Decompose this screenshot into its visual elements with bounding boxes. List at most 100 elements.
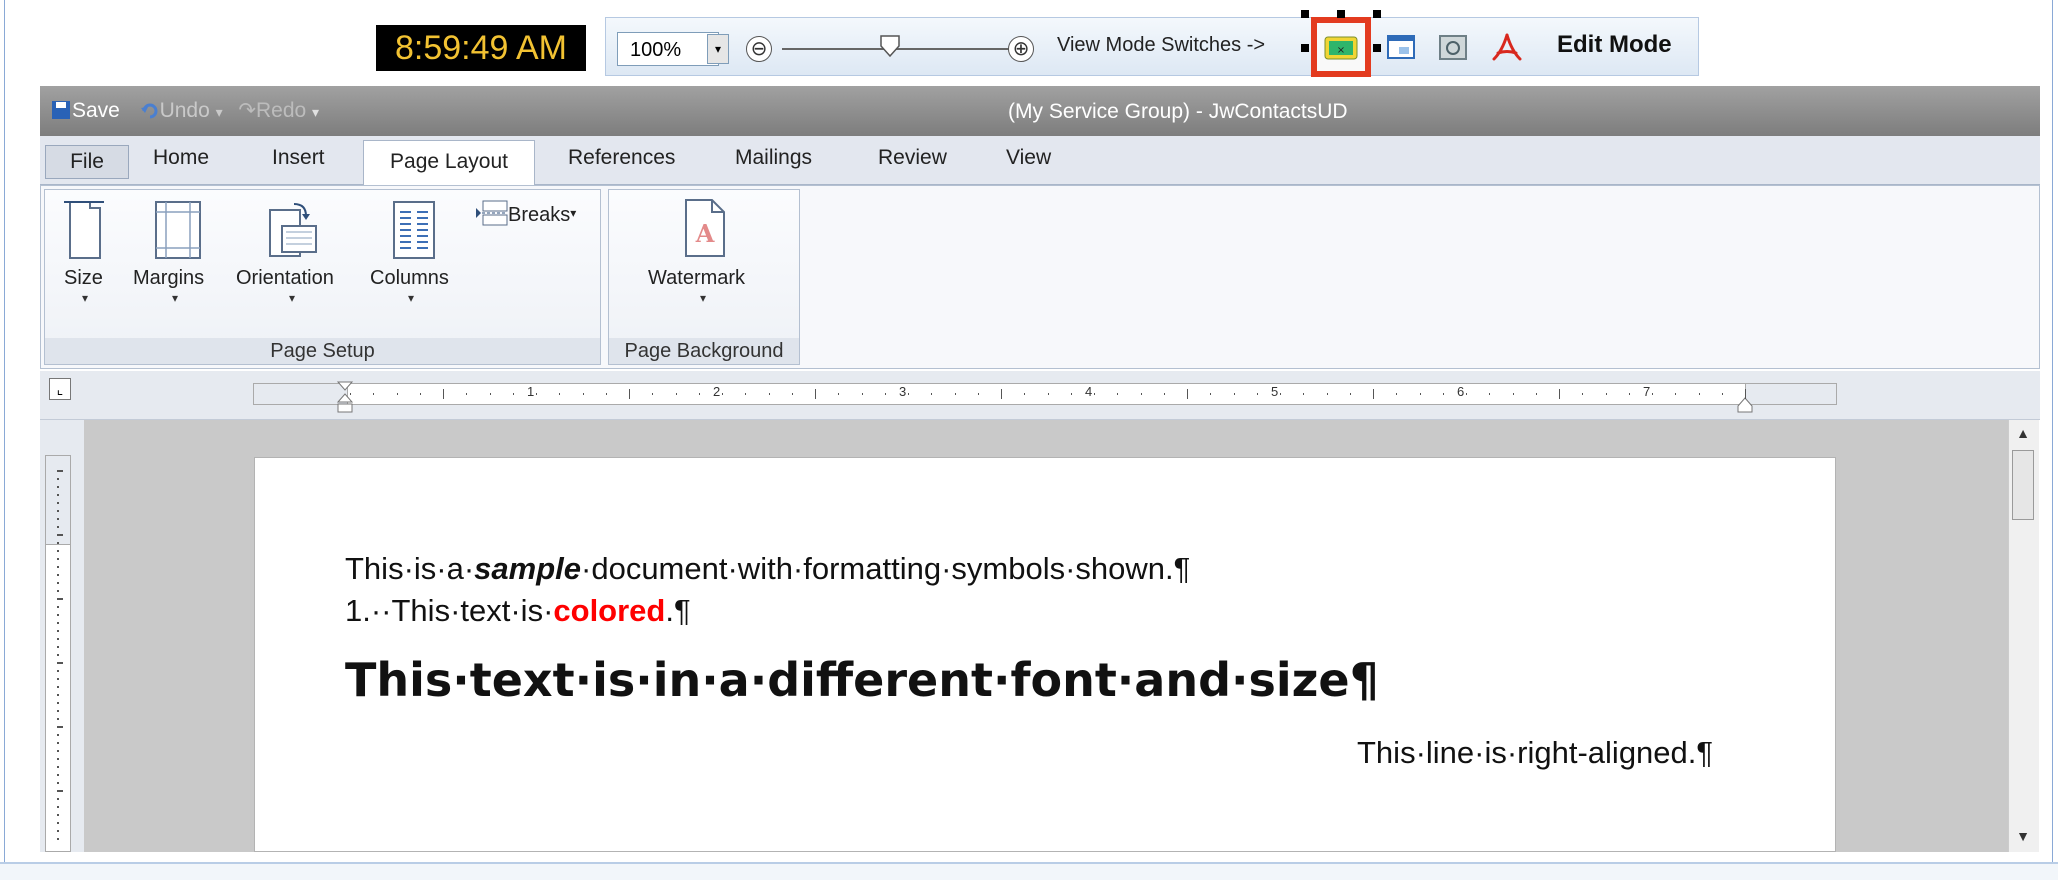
- selection-handle[interactable]: [1301, 10, 1309, 18]
- watermark-button[interactable]: Watermark: [648, 267, 745, 290]
- margins-icon[interactable]: [152, 200, 204, 260]
- scrollbar-thumb[interactable]: [2012, 450, 2034, 520]
- customize-toolbar-icon[interactable]: ▾: [312, 104, 319, 120]
- tab-view[interactable]: View: [1006, 146, 1051, 170]
- ruler-tick: [954, 393, 956, 395]
- tab-references[interactable]: References: [568, 146, 675, 170]
- vertical-ruler-tick: [57, 694, 59, 696]
- watermark-dropdown-icon[interactable]: ▾: [700, 291, 706, 305]
- undo-icon[interactable]: [140, 101, 160, 121]
- ruler-tick: [745, 393, 747, 395]
- chevron-down-icon[interactable]: ▾: [707, 34, 729, 64]
- selection-handle[interactable]: [1301, 44, 1309, 52]
- vertical-ruler-tick: [57, 734, 59, 736]
- doc-line-heading[interactable]: This·text·is·in·a·different·font·and·siz…: [345, 653, 1379, 707]
- ruler-tick: [1512, 393, 1514, 395]
- watermark-icon[interactable]: A: [682, 198, 728, 258]
- print-layout-mode-button[interactable]: ×: [1311, 17, 1371, 77]
- vertical-ruler-tick: [57, 574, 59, 576]
- margins-dropdown-icon[interactable]: ▾: [172, 291, 178, 305]
- vertical-ruler-tick: [57, 814, 59, 816]
- scroll-up-icon[interactable]: ▲: [2010, 421, 2036, 445]
- vertical-ruler-tick: [57, 614, 59, 616]
- ruler-tick: [1605, 393, 1607, 395]
- orientation-button[interactable]: Orientation: [236, 267, 334, 290]
- vertical-ruler-tick: [57, 838, 59, 840]
- ruler-number: 6: [1457, 384, 1465, 399]
- tab-review[interactable]: Review: [878, 146, 947, 170]
- ruler-tick: [838, 393, 840, 395]
- vertical-ruler-tick: [57, 718, 59, 720]
- ruler-tick: [884, 393, 886, 395]
- ruler-tick: [1559, 389, 1560, 399]
- ruler-tick: [675, 393, 677, 395]
- orientation-icon[interactable]: [264, 200, 320, 260]
- tab-mailings[interactable]: Mailings: [735, 146, 812, 170]
- read-mode-icon[interactable]: [1437, 33, 1469, 63]
- zoom-select[interactable]: 100%: [617, 32, 719, 66]
- margins-button[interactable]: Margins: [133, 267, 204, 290]
- zoom-in-button[interactable]: ⊕: [1008, 36, 1034, 62]
- edit-mode-label[interactable]: Edit Mode: [1557, 31, 1672, 59]
- size-icon[interactable]: [60, 198, 108, 262]
- size-button[interactable]: Size: [64, 267, 103, 290]
- colored-text: colored: [553, 593, 666, 628]
- window-border-right: [2052, 0, 2053, 868]
- save-icon[interactable]: [50, 99, 72, 121]
- vertical-ruler-tick: [57, 486, 59, 488]
- breaks-button[interactable]: Breaks▾: [508, 204, 576, 227]
- scroll-down-icon[interactable]: ▼: [2010, 824, 2036, 848]
- columns-icon[interactable]: [390, 200, 438, 260]
- horizontal-ruler[interactable]: [253, 383, 1837, 405]
- view-mode-switches-label: View Mode Switches ->: [1057, 34, 1266, 56]
- orientation-dropdown-icon[interactable]: ▾: [289, 291, 295, 305]
- ruler-number: 4: [1085, 384, 1093, 399]
- columns-button[interactable]: Columns: [370, 267, 449, 290]
- ruler-right-margin: [1745, 383, 1837, 405]
- doc-line-right-aligned[interactable]: This·line·is·right-aligned.¶: [1357, 735, 1713, 771]
- ruler-tick: [1047, 393, 1049, 395]
- vertical-ruler-tick: [57, 742, 59, 744]
- ruler-number: 7: [1643, 384, 1651, 399]
- doc-line-sample[interactable]: This·is·a·sample·document·with·formattin…: [345, 551, 1190, 587]
- columns-dropdown-icon[interactable]: ▾: [408, 291, 414, 305]
- selection-handle[interactable]: [1373, 44, 1381, 52]
- tab-insert[interactable]: Insert: [272, 146, 325, 170]
- pdf-icon[interactable]: [1490, 31, 1524, 65]
- ruler-tick: [1070, 393, 1072, 395]
- undo-button[interactable]: Undo: [160, 99, 210, 122]
- redo-icon[interactable]: ↷: [238, 99, 256, 122]
- vertical-ruler-tick: [57, 782, 59, 784]
- ruler-tick: [931, 393, 933, 395]
- redo-button[interactable]: Redo: [256, 99, 306, 122]
- tab-selector-button[interactable]: ⌞: [49, 378, 71, 400]
- ruler-tick: [512, 393, 514, 395]
- zoom-out-button[interactable]: ⊖: [746, 36, 772, 62]
- zoom-slider-thumb[interactable]: [879, 34, 901, 58]
- size-dropdown-icon[interactable]: ▾: [82, 291, 88, 305]
- save-button[interactable]: Save: [72, 99, 120, 122]
- ruler-tick: [698, 393, 700, 395]
- vertical-ruler-tick: [57, 526, 59, 528]
- vertical-ruler-tick: [57, 502, 59, 504]
- breaks-icon[interactable]: [475, 199, 509, 227]
- ruler-number: 2: [713, 384, 721, 399]
- vertical-ruler-tick: [57, 478, 59, 480]
- breaks-dropdown-icon[interactable]: ▾: [570, 206, 576, 220]
- ruler-tick: [443, 389, 444, 399]
- vertical-ruler-tick: [57, 790, 63, 792]
- web-layout-icon[interactable]: [1385, 33, 1417, 63]
- tab-home[interactable]: Home: [153, 146, 209, 170]
- ruler-tick: [629, 389, 630, 399]
- tab-file[interactable]: File: [45, 145, 129, 179]
- vertical-ruler-tick: [57, 510, 59, 512]
- window-title: (My Service Group) - JwContactsUD: [1008, 100, 1348, 123]
- indent-marker[interactable]: [334, 380, 356, 416]
- undo-dropdown-icon[interactable]: ▾: [216, 104, 227, 120]
- tab-page-layout[interactable]: Page Layout: [363, 140, 535, 186]
- ruler-number: 5: [1271, 384, 1279, 399]
- selection-handle[interactable]: [1373, 10, 1381, 18]
- selection-handle[interactable]: [1337, 10, 1345, 18]
- doc-line-colored[interactable]: 1.··This·text·is·colored.¶: [345, 593, 691, 629]
- ruler-tick: [605, 393, 607, 395]
